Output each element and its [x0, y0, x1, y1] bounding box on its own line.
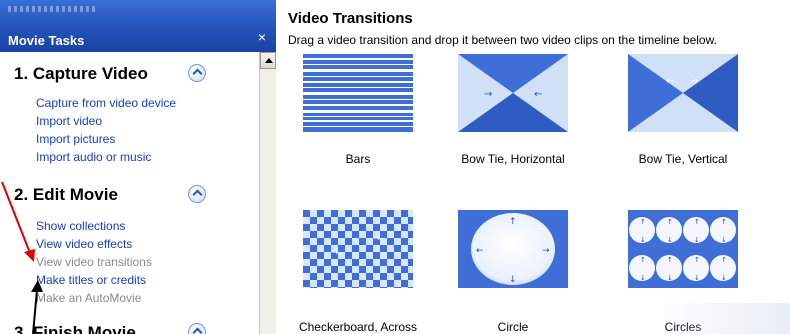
svg-text:→: →	[690, 76, 698, 87]
transition-label: Checkerboard, Across	[298, 320, 418, 334]
svg-text:↓: ↓	[694, 236, 700, 244]
scroll-up-arrow-icon[interactable]	[260, 52, 276, 69]
svg-text:↓: ↓	[667, 274, 673, 282]
header-grip	[8, 6, 98, 12]
link-make-titles-or-credits[interactable]: Make titles or credits	[36, 273, 146, 287]
movie-tasks-header: Movie Tasks ×	[0, 0, 276, 52]
movie-tasks-pane: Movie Tasks × 1. Capture Video Capture f…	[0, 0, 276, 334]
link-import-pictures[interactable]: Import pictures	[36, 132, 115, 146]
link-import-audio-or-music[interactable]: Import audio or music	[36, 150, 151, 164]
svg-text:↑: ↑	[694, 218, 700, 226]
circles-transition-icon: ↑ ↑ ↑ ↑ ↑ ↑ ↑ ↑ ↓ ↓ ↓ ↓ ↓ ↓ ↓ ↓	[628, 210, 738, 288]
transitions-title: Video Transitions	[288, 10, 413, 27]
section-finish-movie[interactable]: 3. Finish Movie	[14, 321, 248, 334]
svg-text:↑: ↑	[667, 256, 673, 264]
collapse-chevron-icon[interactable]	[188, 64, 206, 82]
svg-text:↓: ↓	[667, 236, 673, 244]
transitions-instructions: Drag a video transition and drop it betw…	[288, 33, 717, 47]
task-list: 1. Capture Video Capture from video devi…	[0, 52, 259, 334]
link-capture-from-video-device[interactable]: Capture from video device	[36, 96, 176, 110]
svg-text:→: →	[542, 246, 550, 256]
link-view-video-effects[interactable]: View video effects	[36, 237, 132, 251]
svg-text:↑: ↑	[640, 256, 646, 264]
circle-transition-icon: ↑ ↓ ← →	[458, 210, 568, 288]
svg-text:↓: ↓	[640, 236, 646, 244]
checkerboard-across-icon: → →	[303, 210, 413, 288]
svg-text:↑: ↑	[694, 256, 700, 264]
svg-text:→: →	[331, 248, 339, 258]
background-watermark	[650, 303, 790, 334]
transitions-grid: Bars → ← Bow Tie, Horizontal ← → Bow Tie…	[277, 52, 790, 334]
section-title: 3. Finish Movie	[14, 323, 136, 334]
svg-text:↑: ↑	[721, 256, 727, 264]
link-make-an-automovie: Make an AutoMovie	[36, 291, 142, 305]
transition-label: Bow Tie, Horizontal	[461, 152, 565, 166]
svg-text:→: →	[373, 234, 381, 244]
svg-text:↓: ↓	[721, 236, 727, 244]
svg-text:←: ←	[534, 89, 542, 100]
collapse-chevron-icon[interactable]	[188, 323, 206, 334]
transition-label: Circle	[497, 320, 529, 334]
transitions-header: Video Transitions Drag a video transitio…	[277, 0, 790, 52]
link-show-collections[interactable]: Show collections	[36, 219, 125, 233]
transition-label: Bow Tie, Vertical	[638, 152, 728, 166]
transition-label: Bars	[345, 152, 371, 166]
svg-text:←: ←	[666, 76, 674, 87]
movie-tasks-title: Movie Tasks	[8, 33, 85, 48]
link-import-video[interactable]: Import video	[36, 114, 102, 128]
link-view-video-transitions: View video transitions	[36, 255, 152, 269]
bow-tie-vertical-icon: ← →	[628, 54, 738, 132]
svg-text:→: →	[484, 89, 492, 100]
section-capture-video[interactable]: 1. Capture Video	[14, 62, 248, 86]
svg-text:↓: ↓	[694, 274, 700, 282]
svg-text:↑: ↑	[721, 218, 727, 226]
section-title: 2. Edit Movie	[14, 185, 118, 204]
svg-text:↓: ↓	[721, 274, 727, 282]
bow-tie-horizontal-icon: → ←	[458, 54, 568, 132]
section-title: 1. Capture Video	[14, 64, 148, 83]
bars-transition-icon	[303, 54, 413, 132]
svg-text:↑: ↑	[509, 217, 517, 227]
svg-text:↓: ↓	[640, 274, 646, 282]
svg-text:←: ←	[476, 246, 484, 256]
close-icon[interactable]: ×	[254, 29, 270, 45]
section-edit-movie[interactable]: 2. Edit Movie	[14, 183, 248, 207]
task-pane-scrollbar[interactable]	[259, 52, 276, 334]
svg-text:↑: ↑	[640, 218, 646, 226]
svg-text:↑: ↑	[667, 218, 673, 226]
collapse-chevron-icon[interactable]	[188, 185, 206, 203]
svg-text:↓: ↓	[509, 275, 517, 285]
